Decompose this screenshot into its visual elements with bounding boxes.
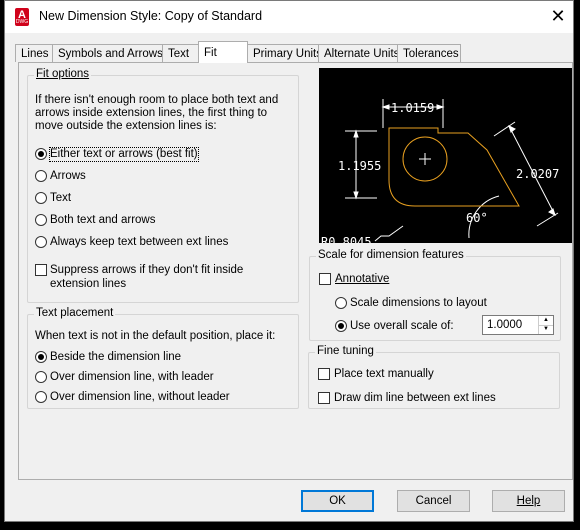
top-dim-arrow-right bbox=[436, 104, 445, 110]
checkbox-place-text-manually[interactable] bbox=[318, 368, 330, 380]
tab-tolerances[interactable]: Tolerances bbox=[397, 44, 461, 62]
radio-over-without-leader[interactable] bbox=[35, 391, 47, 403]
label-scale-to-layout[interactable]: Scale dimensions to layout bbox=[350, 297, 487, 310]
autocad-icon: A DWG bbox=[15, 8, 29, 26]
label-both-text-arrows[interactable]: Both text and arrows bbox=[50, 214, 155, 227]
text-placement-description: When text is not in the default position… bbox=[35, 330, 276, 342]
radio-beside-dim-line[interactable] bbox=[35, 351, 47, 363]
dialog-window: A DWG New Dimension Style: Copy of Standa… bbox=[4, 0, 574, 522]
left-dim-arrow-bottom bbox=[353, 191, 359, 200]
label-best-fit[interactable]: Either text or arrows (best fit) bbox=[49, 147, 199, 162]
radio-both-text-arrows[interactable] bbox=[35, 214, 47, 226]
tab-lines[interactable]: Lines bbox=[15, 44, 53, 62]
tab-alternate-units[interactable]: Alternate Units bbox=[318, 44, 399, 62]
checkbox-draw-dim-line[interactable] bbox=[318, 392, 330, 404]
radio-overall-scale[interactable] bbox=[335, 320, 347, 332]
label-text[interactable]: Text bbox=[50, 192, 71, 205]
right-dim-arrow-bottom bbox=[548, 208, 556, 216]
fit-tab-panel: Fit options If there isn't enough room t… bbox=[18, 62, 573, 480]
label-suppress-arrows-line2[interactable]: extension lines bbox=[50, 278, 126, 291]
radio-arrows[interactable] bbox=[35, 170, 47, 182]
radio-keep-text-between[interactable] bbox=[35, 236, 47, 248]
part-outline bbox=[388, 127, 520, 207]
radio-scale-to-layout[interactable] bbox=[335, 297, 347, 309]
checkbox-annotative[interactable] bbox=[319, 273, 331, 285]
close-icon[interactable]: ✕ bbox=[547, 5, 569, 27]
help-button[interactable]: Help bbox=[492, 490, 565, 512]
radio-best-fit[interactable] bbox=[35, 148, 47, 160]
text-placement-group: Text placement When text is not in the d… bbox=[27, 307, 299, 409]
preview-drawing: 1.0159 1.1955 2.0207 60° R0.8045 bbox=[321, 99, 559, 249]
fit-options-group: Fit options If there isn't enough room t… bbox=[27, 68, 299, 303]
fine-tuning-group: Fine tuning Place text manually Draw dim… bbox=[308, 345, 560, 409]
radius-leader bbox=[374, 225, 404, 242]
radio-over-with-leader[interactable] bbox=[35, 371, 47, 383]
scale-legend: Scale for dimension features bbox=[316, 249, 466, 261]
fit-options-legend: Fit options bbox=[34, 68, 92, 80]
label-arrows[interactable]: Arrows bbox=[50, 170, 86, 183]
top-dim-text: 1.0159 bbox=[391, 101, 434, 115]
spinner-down-icon[interactable]: ▼ bbox=[539, 325, 553, 334]
right-dim-arrow-top bbox=[508, 125, 516, 133]
title-bar: A DWG New Dimension Style: Copy of Standa… bbox=[5, 1, 573, 33]
fit-description-line2: arrows inside extension lines, the first… bbox=[35, 107, 268, 119]
label-place-text-manually[interactable]: Place text manually bbox=[334, 368, 434, 381]
checkbox-suppress-arrows[interactable] bbox=[35, 264, 47, 276]
label-beside-dim-line[interactable]: Beside the dimension line bbox=[50, 351, 181, 364]
top-dim-arrow-left bbox=[381, 104, 390, 110]
label-draw-dim-line[interactable]: Draw dim line between ext lines bbox=[334, 392, 496, 405]
ok-button[interactable]: OK bbox=[301, 490, 374, 512]
radius-text: R0.8045 bbox=[321, 235, 372, 243]
overall-scale-value[interactable]: 1.0000 bbox=[487, 319, 522, 331]
left-dim-arrow-top bbox=[353, 129, 359, 138]
window-title: New Dimension Style: Copy of Standard bbox=[39, 9, 263, 23]
cancel-button[interactable]: Cancel bbox=[397, 490, 470, 512]
radio-text[interactable] bbox=[35, 192, 47, 204]
text-placement-legend: Text placement bbox=[34, 307, 116, 319]
label-keep-text-between[interactable]: Always keep text between ext lines bbox=[50, 236, 228, 249]
tab-primary-units[interactable]: Primary Units bbox=[247, 44, 322, 62]
tab-symbols-arrows[interactable]: Symbols and Arrows bbox=[52, 44, 163, 62]
part-boundary bbox=[388, 127, 520, 207]
tab-fit[interactable]: Fit bbox=[198, 41, 248, 63]
label-overall-scale[interactable]: Use overall scale of: bbox=[350, 320, 454, 333]
angle-text: 60° bbox=[466, 211, 488, 225]
fit-description-line3: move outside the extension lines is: bbox=[35, 120, 217, 132]
right-dim-text: 2.0207 bbox=[516, 167, 559, 181]
fine-tuning-legend: Fine tuning bbox=[315, 345, 376, 357]
label-annotative[interactable]: Annotative bbox=[335, 273, 389, 286]
fit-description-line1: If there isn't enough room to place both… bbox=[35, 94, 279, 106]
spinner-buttons: ▲ ▼ bbox=[538, 316, 553, 334]
dimension-preview: 1.0159 1.1955 2.0207 60° R0.8045 bbox=[319, 68, 572, 249]
label-over-with-leader[interactable]: Over dimension line, with leader bbox=[50, 371, 214, 384]
label-suppress-arrows-line1[interactable]: Suppress arrows if they don't fit inside bbox=[50, 264, 243, 277]
overall-scale-spinner[interactable]: 1.0000 ▲ ▼ bbox=[482, 315, 554, 335]
left-dim-text: 1.1955 bbox=[338, 159, 381, 173]
tab-text[interactable]: Text bbox=[162, 44, 199, 62]
label-over-without-leader[interactable]: Over dimension line, without leader bbox=[50, 391, 230, 404]
